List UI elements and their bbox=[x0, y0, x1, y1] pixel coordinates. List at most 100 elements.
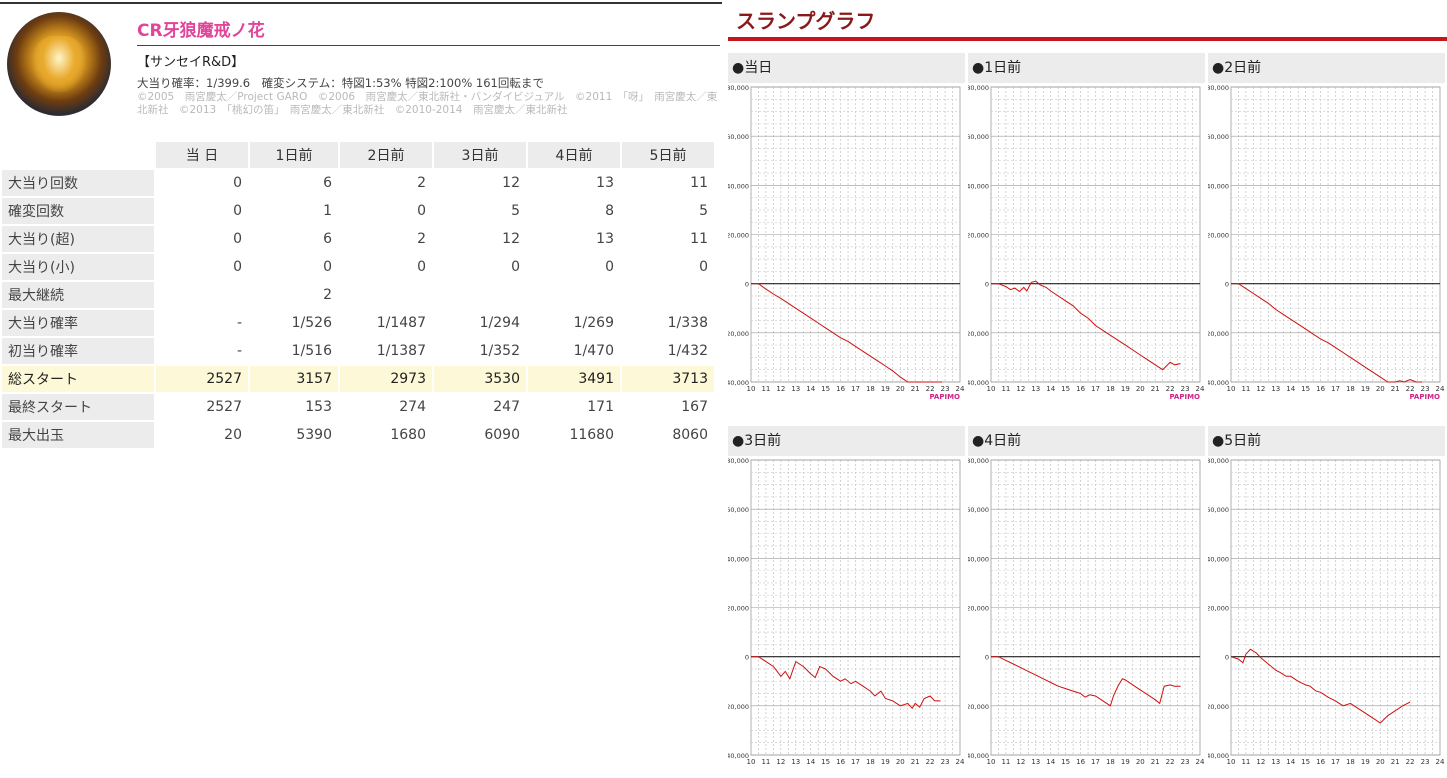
row-value: 171 bbox=[528, 394, 620, 420]
slump-chart-svg: 80,00060,00040,00020,0000-20,000-40,0001… bbox=[1208, 458, 1445, 766]
x-tick-label: 17 bbox=[851, 758, 860, 766]
y-tick-label: -20,000 bbox=[728, 330, 749, 338]
slump-chart-title: ●2日前 bbox=[1208, 53, 1445, 83]
x-tick-label: 19 bbox=[1361, 385, 1370, 393]
x-tick-label: 20 bbox=[1136, 385, 1145, 393]
x-tick-label: 15 bbox=[1061, 385, 1070, 393]
row-label: 大当り(小) bbox=[2, 254, 154, 280]
table-row: 大当り確率 -1/526 1/1487 1/294 1/269 1/338 bbox=[2, 310, 714, 336]
x-tick-label: 19 bbox=[1121, 758, 1130, 766]
row-value: 3491 bbox=[528, 366, 620, 392]
row-value: 1/516 bbox=[250, 338, 338, 364]
row-value: 1/352 bbox=[434, 338, 526, 364]
slump-chart-panel: ●当日80,00060,00040,00020,0000-20,000-40,0… bbox=[728, 53, 967, 405]
x-tick-label: 10 bbox=[987, 385, 996, 393]
x-tick-label: 16 bbox=[1316, 758, 1325, 766]
row-label: 最大出玉 bbox=[2, 422, 154, 448]
row-value: - bbox=[156, 310, 248, 336]
row-value: 0 bbox=[340, 254, 432, 280]
table-row: 大当り回数 0 6 2 12 13 11 bbox=[2, 170, 714, 196]
row-value: 2 bbox=[340, 170, 432, 196]
x-tick-label: 24 bbox=[956, 385, 965, 393]
row-value: 167 bbox=[622, 394, 714, 420]
slump-title-rule bbox=[728, 37, 1447, 41]
x-tick-label: 23 bbox=[1181, 758, 1190, 766]
row-label: 最大継続 bbox=[2, 282, 154, 308]
x-tick-label: 11 bbox=[1241, 758, 1250, 766]
row-value: 6 bbox=[250, 170, 338, 196]
x-tick-label: 22 bbox=[1406, 385, 1415, 393]
row-value: 1/470 bbox=[528, 338, 620, 364]
papimo-watermark: PAPIMO bbox=[929, 393, 960, 401]
slump-chart-svg: 80,00060,00040,00020,0000-20,000-40,0001… bbox=[968, 85, 1205, 401]
x-tick-label: 22 bbox=[926, 385, 935, 393]
y-tick-label: 0 bbox=[1225, 281, 1229, 289]
row-value: 12 bbox=[434, 226, 526, 252]
table-row: 最大出玉 20 5390 1680 6090 11680 8060 bbox=[2, 422, 714, 448]
y-tick-label: 40,000 bbox=[968, 555, 989, 563]
x-tick-label: 18 bbox=[866, 758, 875, 766]
x-tick-label: 18 bbox=[1346, 758, 1355, 766]
slump-chart-title: ●当日 bbox=[728, 53, 965, 83]
x-tick-label: 12 bbox=[776, 758, 785, 766]
row-value: 0 bbox=[156, 198, 248, 224]
y-tick-label: -20,000 bbox=[728, 703, 749, 711]
x-tick-label: 20 bbox=[1376, 758, 1385, 766]
table-row: 大当り(小) 0 0 0 0 0 0 bbox=[2, 254, 714, 280]
x-tick-label: 14 bbox=[1046, 385, 1055, 393]
x-tick-label: 14 bbox=[806, 758, 815, 766]
x-tick-label: 20 bbox=[1376, 385, 1385, 393]
x-tick-label: 22 bbox=[1406, 758, 1415, 766]
x-tick-label: 15 bbox=[1061, 758, 1070, 766]
slump-graph-title: スランプグラフ bbox=[736, 9, 876, 33]
slump-chart-panel: ●1日前80,00060,00040,00020,0000-20,000-40,… bbox=[968, 53, 1207, 405]
x-tick-label: 10 bbox=[747, 758, 756, 766]
table-header-row: 当 日 1日前 2日前 3日前 4日前 5日前 bbox=[2, 142, 714, 168]
y-tick-label: 20,000 bbox=[1208, 232, 1229, 240]
machine-info-panel: CR牙狼魔戒ノ花 【サンセイR&D】 大当り確率：1/399.6 確変システム：… bbox=[0, 0, 722, 777]
y-tick-label: 40,000 bbox=[1208, 555, 1229, 563]
x-tick-label: 11 bbox=[761, 385, 770, 393]
slump-graph-panel: スランプグラフ ●当日80,00060,00040,00020,0000-20,… bbox=[728, 0, 1447, 778]
x-tick-label: 21 bbox=[1391, 385, 1400, 393]
machine-title: CR牙狼魔戒ノ花 bbox=[137, 21, 265, 41]
x-tick-label: 21 bbox=[1151, 758, 1160, 766]
y-tick-label: 0 bbox=[985, 654, 989, 662]
x-tick-label: 16 bbox=[1076, 758, 1085, 766]
row-value bbox=[528, 282, 620, 308]
row-value: 0 bbox=[434, 254, 526, 280]
row-value: 274 bbox=[340, 394, 432, 420]
slump-chart-panel: ●5日前80,00060,00040,00020,0000-20,000-40,… bbox=[1208, 426, 1447, 778]
y-tick-label: 60,000 bbox=[728, 506, 749, 514]
y-tick-label: 80,000 bbox=[1208, 85, 1229, 92]
table-row: 初当り確率 -1/516 1/1387 1/352 1/470 1/432 bbox=[2, 338, 714, 364]
x-tick-label: 19 bbox=[881, 385, 890, 393]
x-tick-label: 16 bbox=[836, 758, 845, 766]
row-value: 1/432 bbox=[622, 338, 714, 364]
col-header-today: 当 日 bbox=[156, 142, 248, 168]
x-tick-label: 10 bbox=[987, 758, 996, 766]
col-header-5day: 5日前 bbox=[622, 142, 714, 168]
table-row: 確変回数 0 1 0 5 8 5 bbox=[2, 198, 714, 224]
machine-logo-image bbox=[7, 12, 111, 116]
row-value: 0 bbox=[528, 254, 620, 280]
row-value: 3713 bbox=[622, 366, 714, 392]
x-tick-label: 13 bbox=[1271, 385, 1280, 393]
y-tick-label: 20,000 bbox=[728, 605, 749, 613]
y-tick-label: 0 bbox=[985, 281, 989, 289]
row-value: 0 bbox=[156, 254, 248, 280]
x-tick-label: 16 bbox=[836, 385, 845, 393]
row-value: 12 bbox=[434, 170, 526, 196]
x-tick-label: 21 bbox=[911, 385, 920, 393]
row-value: 0 bbox=[250, 254, 338, 280]
row-value: 1 bbox=[250, 198, 338, 224]
x-tick-label: 12 bbox=[1016, 385, 1025, 393]
x-tick-label: 24 bbox=[1436, 758, 1445, 766]
papimo-watermark: PAPIMO bbox=[1169, 393, 1200, 401]
row-value: 1/294 bbox=[434, 310, 526, 336]
row-value: 8060 bbox=[622, 422, 714, 448]
x-tick-label: 10 bbox=[747, 385, 756, 393]
y-tick-label: 20,000 bbox=[728, 232, 749, 240]
row-value: 0 bbox=[340, 198, 432, 224]
y-tick-label: 80,000 bbox=[1208, 458, 1229, 465]
